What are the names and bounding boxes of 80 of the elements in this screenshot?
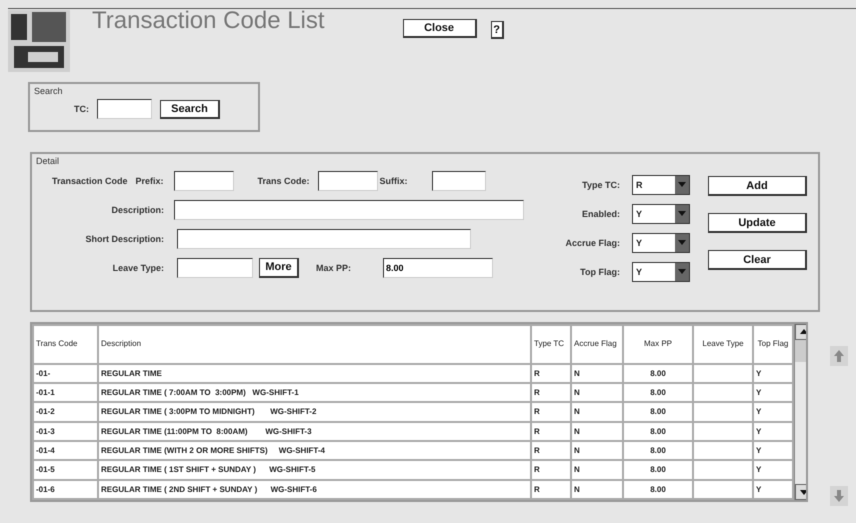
column-header: Type TC [531, 325, 571, 364]
trans-code-label: Trans Code: [258, 176, 311, 186]
max-pp-label: Max PP: [316, 262, 352, 272]
table-cell: -01-6 [33, 480, 98, 499]
detail-legend: Detail [36, 156, 814, 166]
table-cell: REGULAR TIME (11:00PM TO 8:00AM) WG-SHIFT-3 [98, 422, 531, 441]
table-cell: R [531, 460, 571, 480]
table-cell: R [531, 422, 571, 441]
trans-code-input[interactable] [318, 170, 378, 190]
suffix-label: Suffix: [378, 176, 409, 186]
search-legend: Search [34, 86, 254, 96]
column-header: Leave Type [693, 325, 753, 364]
table-cell: -01-1 [33, 382, 98, 402]
short-description-input[interactable] [177, 228, 471, 248]
table-cell: -01-5 [33, 460, 98, 480]
table-cell: REGULAR TIME ( 1ST SHIFT + SUNDAY ) WG-SHIFT-5 [98, 460, 531, 480]
close-button[interactable]: Close [402, 19, 477, 38]
column-header: Description [98, 325, 531, 364]
table-cell: REGULAR TIME [98, 364, 531, 383]
help-button[interactable]: ? [490, 21, 504, 39]
description-input[interactable] [174, 200, 524, 220]
table-cell: 8.00 [623, 382, 693, 402]
tc-label: TC: [74, 104, 89, 114]
table-cell: REGULAR TIME (WITH 2 OR MORE SHIFTS) WG-SHIFT-4 [98, 440, 531, 460]
search-button[interactable]: Search [160, 100, 220, 118]
table-cell: 8.00 [623, 480, 693, 499]
dropdown-arrow-icon [678, 182, 686, 187]
dropdown[interactable]: Y [632, 232, 690, 252]
table-cell: 8.00 [623, 364, 693, 383]
dropdown-label: Enabled: [582, 208, 620, 218]
table-cell: R [531, 382, 571, 402]
description-label: Description: [110, 204, 164, 214]
dropdown[interactable]: R [632, 174, 690, 194]
dropdown[interactable]: Y [632, 204, 690, 224]
table-cell: R [531, 364, 571, 383]
tc-input[interactable] [97, 99, 152, 119]
table-cell: REGULAR TIME ( 3:00PM TO MIDNIGHT) WG-SHIFT-2 [98, 402, 531, 422]
dropdown-arrow-icon [678, 269, 686, 274]
more-button[interactable]: More [259, 258, 299, 278]
dropdown-arrow-icon [678, 211, 686, 216]
table-cell: R [531, 480, 571, 499]
table-cell: -01-2 [33, 402, 98, 422]
table-cell: REGULAR TIME ( 2ND SHIFT + SUNDAY ) WG-SHIFT-6 [98, 480, 531, 499]
table-cell: N [571, 422, 623, 441]
short-description-label: Short Description: [84, 234, 164, 244]
table-cell: N [571, 440, 623, 460]
table-cell: R [531, 440, 571, 460]
table-cell: 8.00 [623, 440, 693, 460]
dropdown-label: Accrue Flag: [565, 238, 620, 248]
table-cell: -01- [33, 364, 98, 383]
table-cell: N [571, 382, 623, 402]
dropdown-label: Type TC: [582, 180, 620, 190]
prefix-label: Prefix: [136, 176, 164, 186]
table-cell: N [571, 460, 623, 480]
action-button[interactable]: Add [708, 176, 807, 196]
transaction-code-label: Transaction Code [52, 176, 128, 186]
prefix-input[interactable] [174, 170, 234, 190]
table-cell: -01-4 [33, 440, 98, 460]
action-button[interactable]: Clear [708, 250, 807, 270]
column-header: Max PP [623, 325, 693, 364]
dropdown-label: Top Flag: [580, 266, 620, 276]
table-cell: 8.00 [623, 422, 693, 441]
table-cell: N [571, 480, 623, 499]
leave-type-input[interactable] [177, 258, 253, 278]
table-cell: -01-3 [33, 422, 98, 441]
max-pp-input[interactable]: 8.00 [383, 258, 493, 278]
table-cell: N [571, 364, 623, 383]
dropdown[interactable]: Y [632, 262, 690, 282]
table-cell: REGULAR TIME ( 7:00AM TO 3:00PM) WG-SHIFT-1 [98, 382, 531, 402]
page-title: Transaction Code List [92, 9, 325, 33]
table-cell: R [531, 402, 571, 422]
action-button[interactable]: Update [708, 213, 807, 233]
dropdown-arrow-icon [678, 240, 686, 245]
column-header: Accrue Flag [571, 325, 623, 364]
table-cell: 8.00 [623, 460, 693, 480]
column-header: Trans Code [33, 325, 98, 364]
leave-type-label: Leave Type: [112, 262, 164, 272]
table-cell: 8.00 [623, 402, 693, 422]
suffix-input[interactable] [432, 170, 486, 190]
table-cell: N [571, 402, 623, 422]
